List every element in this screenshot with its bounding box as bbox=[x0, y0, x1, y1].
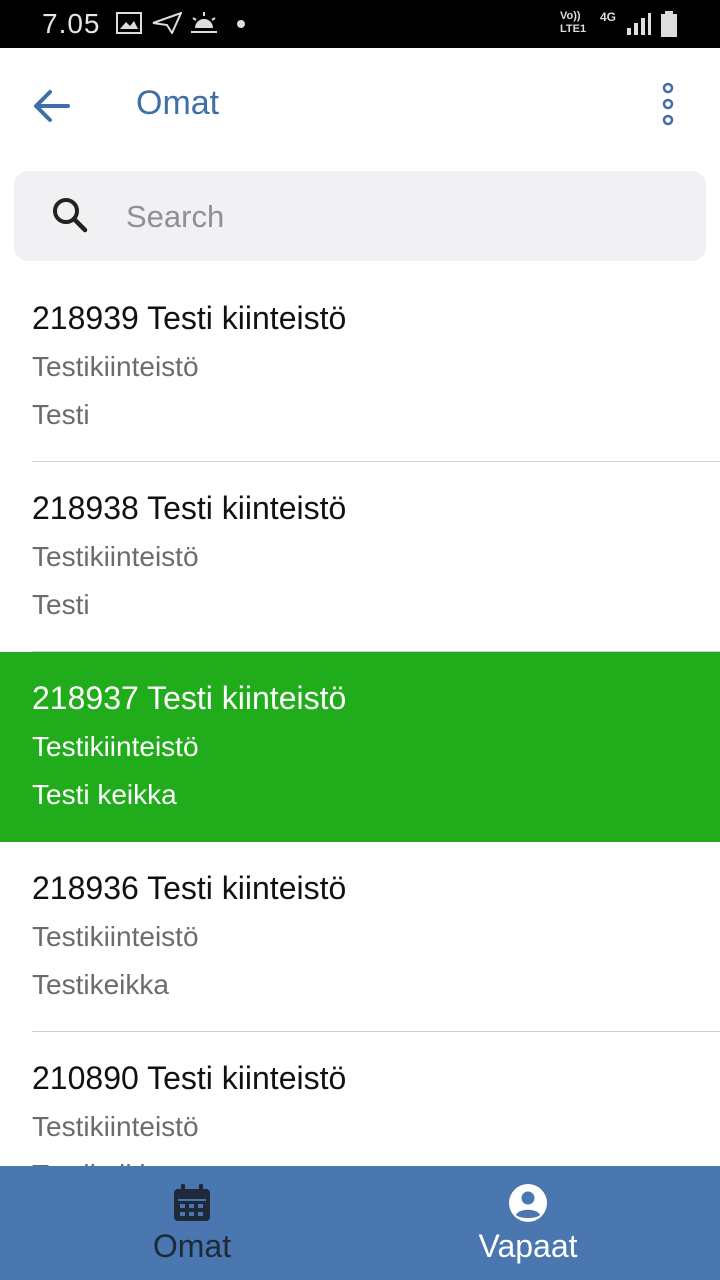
item-subtitle: Testikiinteistö bbox=[32, 731, 199, 762]
item-subtitle: Testikiinteistö bbox=[32, 1111, 199, 1142]
signal-icon bbox=[627, 13, 651, 35]
arrow-back-icon bbox=[34, 90, 70, 122]
back-button[interactable] bbox=[24, 78, 80, 134]
item-title: 210890 Testi kiinteistö bbox=[32, 1060, 347, 1096]
status-time: 7.05 bbox=[42, 8, 101, 39]
search-bar bbox=[14, 171, 706, 261]
more-options-button[interactable] bbox=[650, 78, 686, 134]
list-item[interactable]: 218939 Testi kiinteistö Testikiinteistö … bbox=[32, 272, 720, 462]
account-circle-icon bbox=[509, 1184, 547, 1222]
item-detail: Testikeikka bbox=[32, 969, 169, 1000]
item-subtitle: Testikiinteistö bbox=[32, 541, 199, 572]
calendar-icon bbox=[174, 1184, 210, 1221]
app-bar: Omat bbox=[0, 48, 720, 160]
list-item[interactable]: 218936 Testi kiinteistö Testikiinteistö … bbox=[32, 842, 720, 1032]
item-detail: Testi bbox=[32, 589, 90, 620]
list-item[interactable]: 218938 Testi kiinteistö Testikiinteistö … bbox=[32, 462, 720, 652]
item-subtitle: Testikiinteistö bbox=[32, 351, 199, 382]
item-title: 218938 Testi kiinteistö bbox=[32, 490, 347, 526]
item-subtitle: Testikiinteistö bbox=[32, 921, 199, 952]
network-type: 4G bbox=[600, 10, 617, 24]
nav-tab-omat[interactable]: Omat bbox=[12, 1166, 372, 1280]
weather-notification-icon bbox=[191, 12, 217, 33]
item-detail: Testi bbox=[32, 399, 90, 430]
more-vert-icon bbox=[662, 82, 674, 126]
list-item-highlighted[interactable]: 218937 Testi kiinteistö Testikiinteistö … bbox=[0, 652, 720, 842]
nav-tab-vapaat[interactable]: Vapaat bbox=[348, 1166, 708, 1280]
nav-label: Vapaat bbox=[478, 1228, 578, 1264]
image-notification-icon bbox=[116, 12, 142, 34]
battery-icon bbox=[661, 11, 677, 37]
item-title: 218937 Testi kiinteistö bbox=[32, 680, 347, 716]
notification-dot-icon bbox=[237, 20, 245, 28]
nav-label: Omat bbox=[152, 1228, 232, 1264]
item-detail: Testi keikka bbox=[32, 779, 177, 810]
list-item[interactable]: 210890 Testi kiinteistö Testikiinteistö … bbox=[32, 1032, 720, 1167]
status-bar: 7.05 Vo)) LTE1 4G bbox=[0, 0, 720, 48]
item-title: 218936 Testi kiinteistö bbox=[32, 870, 347, 906]
send-notification-icon bbox=[152, 12, 182, 34]
item-title: 218939 Testi kiinteistö bbox=[32, 300, 347, 336]
volte-indicator: Vo)) LTE1 bbox=[560, 10, 587, 35]
page-title: Omat bbox=[136, 84, 220, 122]
search-icon bbox=[53, 198, 88, 233]
search-input[interactable] bbox=[124, 191, 688, 243]
task-list: 218939 Testi kiinteistö Testikiinteistö … bbox=[0, 272, 720, 1167]
bottom-navigation: Omat Vapaat bbox=[0, 1166, 720, 1280]
